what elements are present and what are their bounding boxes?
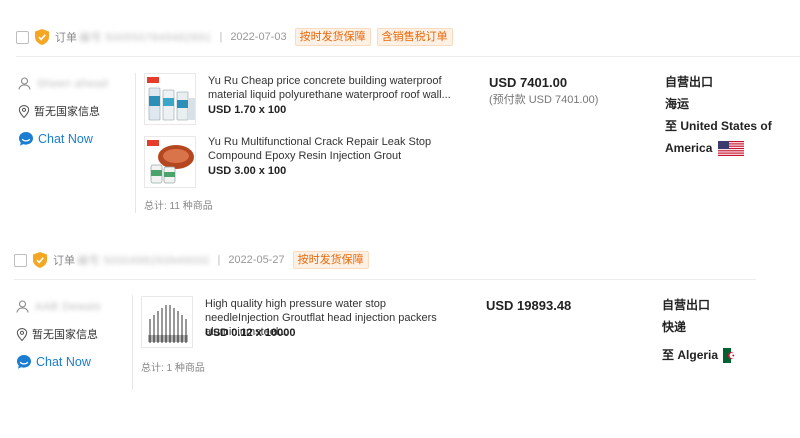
chat-bubble-icon	[17, 355, 31, 369]
item-total: 总计: 11 种商品	[144, 201, 213, 212]
shield-icon	[33, 252, 47, 268]
us-flag-icon	[717, 141, 744, 157]
shipping-method: 海运	[665, 97, 690, 111]
seller-name-row: AAB Dewals	[16, 300, 131, 313]
destination-country: United States of	[680, 119, 772, 133]
chat-now-label: Chat Now	[38, 132, 93, 146]
destination-prefix: 至	[665, 119, 678, 133]
tag-on-time-delivery: 按时发货保障	[292, 251, 369, 269]
header-separator: |	[217, 254, 221, 266]
chat-now-label: Chat Now	[36, 355, 91, 369]
seller-country: 暂无国家信息	[34, 106, 100, 118]
chat-bubble-icon	[19, 132, 33, 146]
user-icon	[18, 77, 31, 90]
shipping-info: 自营出口 海运 至 United States of America	[665, 71, 800, 159]
divider	[14, 279, 756, 280]
product-title[interactable]: Yu Ru Cheap price concrete building wate…	[208, 74, 463, 102]
order-select-checkbox[interactable]	[16, 30, 29, 44]
seller-country-row: 暂无国家信息	[16, 326, 131, 342]
order-date: 2022-05-27	[228, 254, 285, 266]
location-pin-icon	[18, 104, 30, 118]
shield-icon	[35, 29, 49, 45]
seller-country: 暂无国家信息	[32, 329, 98, 341]
shipping-method: 快递	[662, 320, 687, 334]
product-thumbnail[interactable]	[144, 136, 196, 188]
product-price-qty: USD 3.00 x 100	[208, 165, 287, 177]
destination-country: Algeria	[677, 348, 719, 362]
seller-country-row: 暂无国家信息	[18, 103, 133, 119]
location-pin-icon	[16, 327, 28, 341]
order-number[interactable]: 编号 5005507849482891	[79, 29, 211, 45]
header-separator: |	[219, 31, 223, 43]
tag-sales-tax: 含销售税订单	[376, 28, 453, 46]
divider	[16, 56, 800, 57]
order-header: 订单 编号 5000498293949000 | 2022-05-27 按时发货…	[14, 249, 375, 271]
waterproof-product-image	[147, 77, 195, 121]
column-divider	[135, 73, 136, 213]
shipping-destination: 至 United States of	[665, 115, 800, 137]
tag-on-time-delivery: 按时发货保障	[294, 28, 371, 46]
item-total: 总计: 1 种商品	[141, 363, 205, 374]
product-price-qty: USD 1.70 x 100	[208, 104, 287, 116]
order-date: 2022-07-03	[230, 31, 287, 43]
seller-info: Sheen ahead 暂无国家信息 Chat Now	[18, 77, 133, 147]
chat-now-button[interactable]: Chat Now	[16, 354, 131, 370]
shipping-type: 自营出口	[662, 298, 711, 312]
injection-needles-image	[148, 305, 188, 343]
order-header: 订单 编号 5005507849482891 | 2022-07-03 按时发货…	[16, 26, 459, 48]
product-thumbnail[interactable]	[144, 73, 196, 125]
prepaid-amount: (预付款 USD 7401.00)	[489, 94, 599, 106]
chat-now-button[interactable]: Chat Now	[18, 131, 133, 147]
seller-name[interactable]: Sheen ahead	[37, 78, 108, 90]
shipping-info: 自营出口 快递 至 Algeria	[662, 294, 800, 366]
order-number[interactable]: 编号 5000498293949000	[77, 252, 209, 268]
product-thumbnail[interactable]	[141, 296, 193, 348]
destination-country-cont: America	[665, 141, 713, 155]
epoxy-product-image	[147, 140, 194, 184]
shipping-destination-cont: America	[665, 137, 800, 159]
order-label: 订单	[53, 255, 75, 267]
seller-info: AAB Dewals 暂无国家信息 Chat Now	[16, 300, 131, 370]
column-divider	[132, 295, 133, 390]
order-price: USD 7401.00	[489, 75, 568, 90]
product-title[interactable]: Yu Ru Multifunctional Crack Repair Leak …	[208, 135, 463, 163]
shipping-type: 自营出口	[665, 75, 714, 89]
order-label: 订单	[55, 32, 77, 44]
order-price: USD 19893.48	[486, 298, 572, 313]
user-icon	[16, 300, 29, 313]
seller-name-row: Sheen ahead	[18, 77, 133, 90]
product-price-qty: USD 0.12 x 10000	[205, 327, 296, 339]
shipping-destination: 至 Algeria	[662, 344, 800, 366]
algeria-flag-icon	[723, 348, 740, 364]
order-select-checkbox[interactable]	[14, 253, 27, 267]
destination-prefix: 至	[662, 348, 675, 362]
seller-name[interactable]: AAB Dewals	[35, 301, 101, 313]
